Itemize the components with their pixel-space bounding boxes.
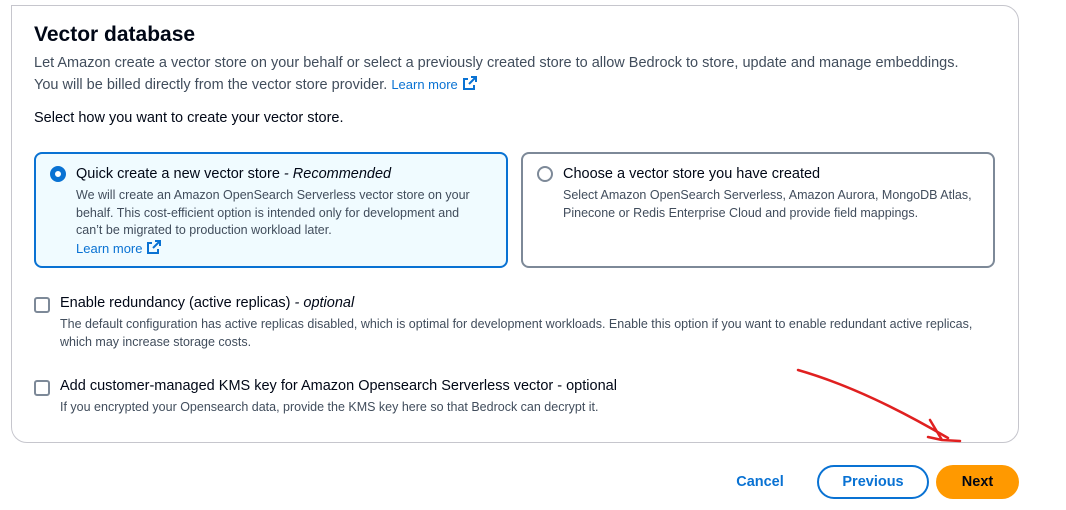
kms-label-text: Add customer-managed KMS key for Amazon … xyxy=(60,378,554,394)
redundancy-label: Enable redundancy (active replicas) - op… xyxy=(60,295,354,311)
radio-selected-icon[interactable] xyxy=(50,166,66,182)
previous-button[interactable]: Previous xyxy=(817,465,929,499)
option-choose-existing-description: Select Amazon OpenSearch Serverless, Ama… xyxy=(563,188,972,220)
option-quick-create-title: Quick create a new vector store - Recomm… xyxy=(76,166,391,182)
redundancy-label-text: Enable redundancy (active replicas) xyxy=(60,295,291,311)
kms-description: If you encrypted your Opensearch data, p… xyxy=(60,400,599,414)
kms-label: Add customer-managed KMS key for Amazon … xyxy=(60,378,617,394)
section-description-text: Let Amazon create a vector store on your… xyxy=(34,55,959,93)
next-button[interactable]: Next xyxy=(936,465,1019,499)
option-quick-create-description: We will create an Amazon OpenSearch Serv… xyxy=(76,188,470,237)
external-link-icon xyxy=(462,76,477,90)
learn-more-label: Learn more xyxy=(391,77,458,92)
option-choose-existing-title: Choose a vector store you have created xyxy=(563,166,821,182)
option-title-text: Quick create a new vector store xyxy=(76,166,280,182)
section-description: Let Amazon create a vector store on your… xyxy=(34,52,964,96)
kms-label-suffix: - optional xyxy=(553,378,617,394)
cancel-button[interactable]: Cancel xyxy=(724,465,796,499)
option-learn-more-link[interactable]: Learn more xyxy=(76,239,162,256)
redundancy-label-suffix: - optional xyxy=(290,295,355,311)
kms-checkbox[interactable] xyxy=(34,380,50,396)
vector-store-prompt: Select how you want to create your vecto… xyxy=(34,110,344,126)
option-choose-existing[interactable]: Choose a vector store you have created S… xyxy=(521,152,995,268)
option-quick-create[interactable]: Quick create a new vector store - Recomm… xyxy=(34,152,508,268)
option-title-suffix: - Recommended xyxy=(279,166,392,182)
redundancy-checkbox[interactable] xyxy=(34,297,50,313)
redundancy-description: The default configuration has active rep… xyxy=(60,317,973,349)
section-title: Vector database xyxy=(34,23,196,46)
learn-more-link[interactable]: Learn more xyxy=(391,76,477,92)
external-link-icon xyxy=(147,240,162,254)
option-learn-more-label: Learn more xyxy=(76,241,143,256)
radio-unselected-icon[interactable] xyxy=(537,166,553,182)
